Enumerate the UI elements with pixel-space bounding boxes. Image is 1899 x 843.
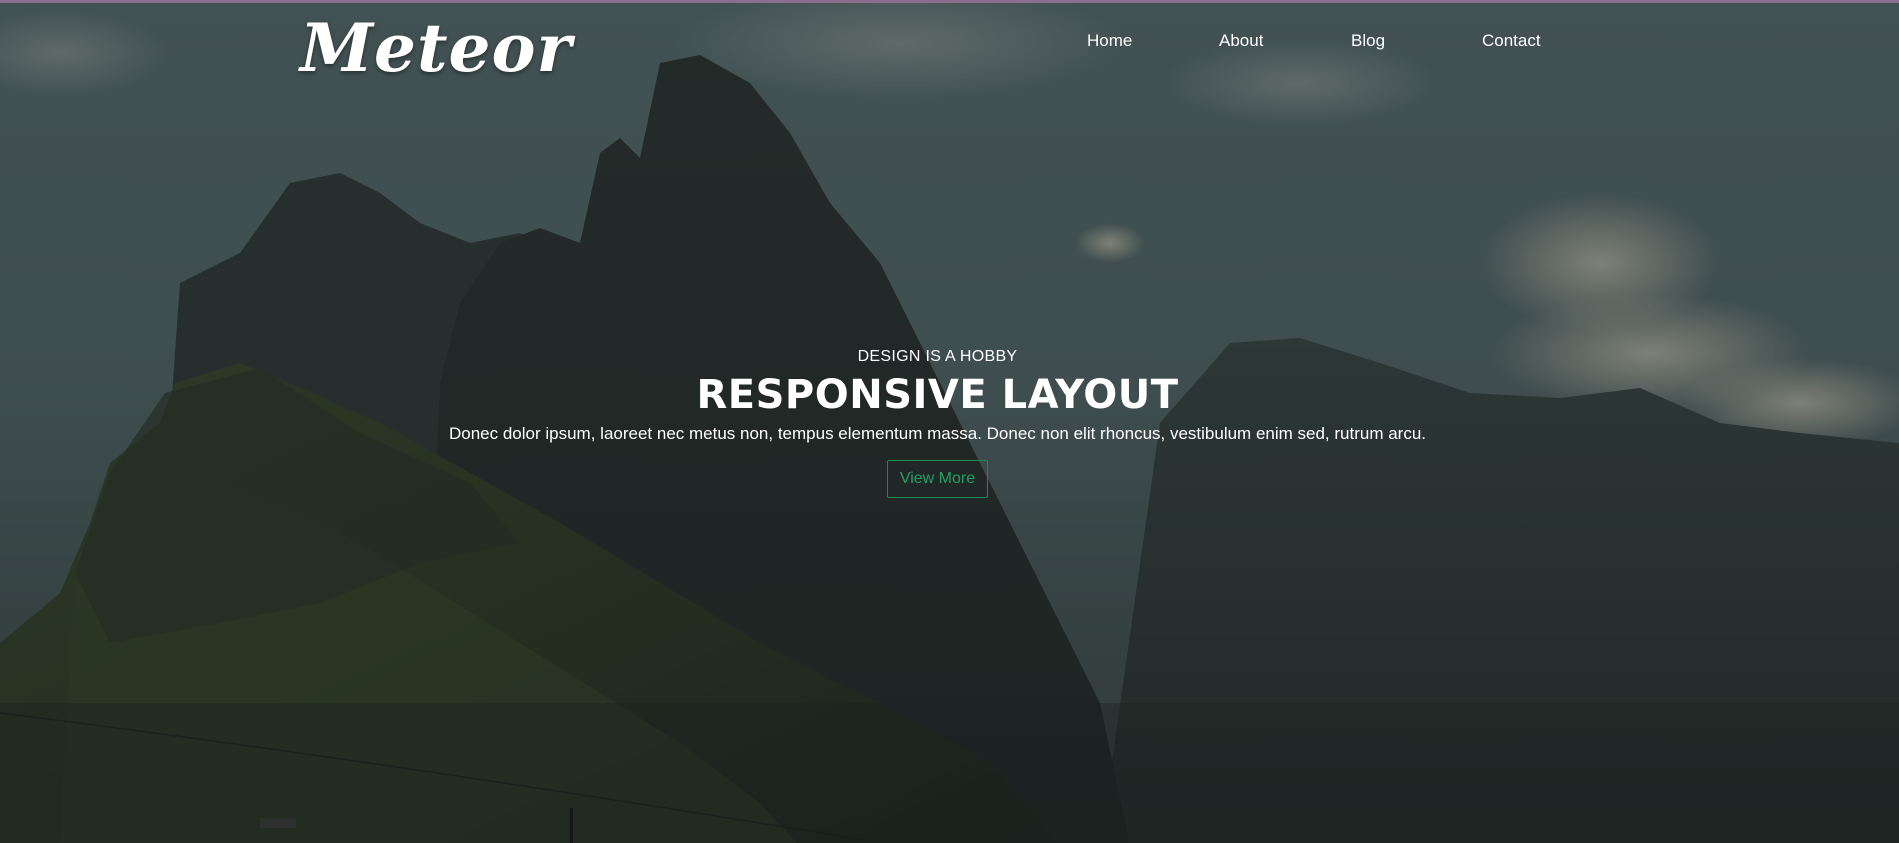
top-navigation: Meteor Home About Blog Contact [0,3,1899,87]
nav-link-contact[interactable]: Contact [1482,31,1562,51]
hero-description: Donec dolor ipsum, laoreet nec metus non… [448,424,1427,443]
nav-menu: Home About Blog Contact [1087,31,1562,51]
nav-link-home[interactable]: Home [1087,31,1219,51]
site-logo[interactable]: Meteor [300,9,572,87]
hero-tagline: DESIGN IS A HOBBY [857,348,1018,365]
nav-link-about[interactable]: About [1219,31,1351,51]
hero-content: DESIGN IS A HOBBY RESPONSIVE LAYOUT Done… [0,348,1875,498]
hero-headline: RESPONSIVE LAYOUT [696,372,1179,418]
view-more-button[interactable]: View More [886,460,989,498]
nav-link-blog[interactable]: Blog [1351,31,1482,51]
hero-section: Meteor Home About Blog Contact DESIGN IS… [0,0,1899,843]
